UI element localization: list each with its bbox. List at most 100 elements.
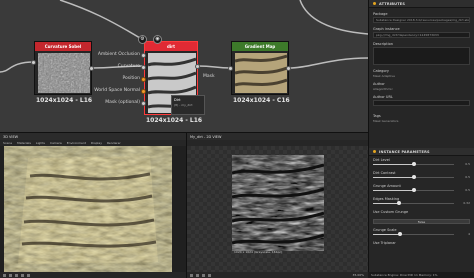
slider-handle[interactable] (411, 175, 416, 179)
slider-track[interactable] (373, 188, 454, 192)
param-value[interactable]: 0.5 (465, 162, 470, 166)
tags-label: Tags (373, 114, 381, 118)
node-gradient-map[interactable]: Gradient Map (231, 41, 289, 95)
author-url-label: Author URL (373, 95, 393, 99)
2d-view-header: My_dirt - 2D VIEW (187, 133, 368, 140)
node-graph[interactable]: Curvature Sobel 1024x1024 - L16 dirt 102… (0, 0, 368, 132)
slider-fill (373, 234, 400, 235)
slider-handle[interactable] (396, 201, 401, 205)
use-custom-grunge-row: Use Custom Grunge (373, 208, 470, 218)
status-footer: Substance Engine: Direct3D 11 Memory: 1% (368, 272, 474, 278)
instance-parameters-panel: INSTANCE PARAMETERS Dirt Level 0.5 Dirt … (368, 148, 474, 278)
slider-track[interactable] (373, 201, 454, 205)
toolbar-icon[interactable] (21, 273, 24, 277)
tooltip-title: Dirt (174, 98, 181, 102)
output-port[interactable] (89, 66, 94, 71)
2d-view-title: My_dirt - 2D VIEW (190, 134, 222, 139)
slider-track[interactable] (373, 232, 454, 236)
menu-renderer[interactable]: Renderer (107, 141, 121, 145)
param-label: Grunge Amount (373, 184, 401, 188)
input-port[interactable] (141, 65, 146, 70)
3d-view-title: 3D VIEW (3, 134, 19, 139)
use-triplanar-row: Use Triplanar (373, 239, 470, 249)
input-port[interactable] (141, 53, 146, 58)
slider-track[interactable] (373, 162, 454, 166)
graph-instance-field[interactable]: pkg:///mg_dirt?dependency=1245873033 (373, 32, 470, 38)
menu-scene[interactable]: Scene (3, 141, 12, 145)
use-custom-grunge-toggle[interactable]: False (373, 219, 470, 224)
input-port[interactable] (31, 60, 36, 65)
settings-icon[interactable]: ⚙ (138, 35, 147, 44)
slider-dirt-contrast[interactable]: Dirt Contrast 0.5 (373, 169, 470, 182)
slider-track[interactable] (373, 175, 454, 179)
toolbar-icon[interactable] (208, 273, 211, 277)
node-curvature-sobel[interactable]: Curvature Sobel (34, 41, 92, 95)
slider-handle[interactable] (411, 188, 416, 192)
slider-dirt-level[interactable]: Dirt Level 0.5 (373, 156, 470, 169)
author-label: Author (373, 82, 385, 86)
input-port[interactable] (141, 101, 146, 106)
menu-lights[interactable]: Lights (36, 141, 45, 145)
2d-texture-preview[interactable] (232, 155, 324, 251)
slider-fill (373, 177, 414, 178)
output-port[interactable] (195, 64, 200, 69)
instance-parameters-header: INSTANCE PARAMETERS (369, 148, 474, 156)
menu-environment[interactable]: Environment (67, 141, 86, 145)
input-port[interactable] (141, 89, 146, 94)
panel-dot-icon (373, 150, 376, 153)
toolbar-icon[interactable] (202, 273, 205, 277)
3d-viewport[interactable] (0, 146, 186, 273)
input-label: World Space Normal (94, 88, 140, 93)
toolbar-icon[interactable] (9, 273, 12, 277)
toolbar-icon[interactable] (27, 273, 30, 277)
input-port[interactable] (228, 66, 233, 71)
toolbar-icon[interactable] (3, 273, 6, 277)
category-label: Category (373, 69, 389, 73)
param-label: Use Custom Grunge (373, 210, 409, 214)
node-title: dirt (145, 42, 197, 51)
toolbar-icon[interactable] (15, 273, 18, 277)
category-value: Mask Adaptive (373, 74, 395, 78)
input-label: Curvature (117, 64, 140, 69)
menu-display[interactable]: Display (91, 141, 102, 145)
param-label: Edges Masking (373, 197, 400, 201)
param-value[interactable]: 0.32 (463, 201, 470, 205)
2d-view-panel[interactable]: My_dirt - 2D VIEW 1024 x 1024 (Grayscale… (186, 132, 368, 278)
3d-view-header: 3D VIEW (0, 133, 186, 140)
param-value[interactable]: 0.5 (465, 175, 470, 179)
package-field[interactable]: Substance Designer 2018.3.0/resources/pa… (373, 17, 470, 23)
menu-camera[interactable]: Camera (50, 141, 62, 145)
view-icon[interactable]: ◉ (153, 35, 162, 44)
node-title: Gradient Map (232, 42, 288, 51)
param-value[interactable]: 4 (468, 232, 470, 236)
node-thumbnail (38, 53, 90, 93)
description-label: Description (373, 42, 393, 46)
slider-grunge-scale[interactable]: Grunge Scale 4 (373, 226, 470, 239)
author-url-field[interactable] (373, 100, 470, 106)
param-label: Dirt Contrast (373, 171, 396, 175)
node-thumbnail (234, 53, 288, 93)
param-label: Dirt Level (373, 158, 390, 162)
2d-view-toolbar: 35.00% (187, 272, 368, 278)
input-label: Position (122, 76, 140, 81)
slider-handle[interactable] (411, 162, 416, 166)
node-title: Curvature Sobel (35, 42, 91, 51)
instance-parameters-title: INSTANCE PARAMETERS (379, 149, 430, 154)
slider-handle[interactable] (397, 232, 402, 236)
input-port[interactable] (141, 77, 146, 82)
output-label: Mask (203, 74, 215, 79)
output-port[interactable] (286, 66, 291, 71)
slider-edges-masking[interactable]: Edges Masking 0.32 (373, 195, 470, 208)
slider-grunge-amount[interactable]: Grunge Amount 0.5 (373, 182, 470, 195)
description-field[interactable] (373, 47, 470, 65)
zoom-level[interactable]: 35.00% (353, 273, 364, 277)
3d-view-panel[interactable]: 3D VIEW Scene Materials Lights Camera En… (0, 132, 186, 278)
param-value[interactable]: 0.5 (465, 188, 470, 192)
menu-materials[interactable]: Materials (17, 141, 31, 145)
slider-fill (373, 203, 399, 204)
graph-instance-label: Graph instance (373, 27, 400, 31)
toolbar-icon[interactable] (190, 273, 193, 277)
slider-fill (373, 190, 414, 191)
input-label: Ambient Occlusion (97, 52, 140, 57)
toolbar-icon[interactable] (196, 273, 199, 277)
